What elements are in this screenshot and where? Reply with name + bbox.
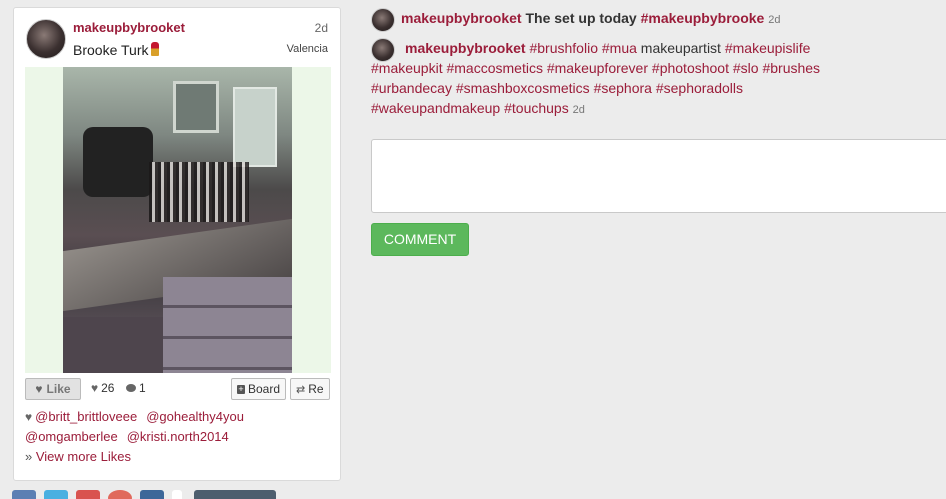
heart-icon: ♥ [35, 382, 43, 396]
comment-body: makeupbybrooket #brushfolio #mua makeupa… [371, 38, 946, 120]
heart-icon: ♥ [91, 381, 99, 395]
hashtag-link[interactable]: #brushfolio [529, 40, 598, 56]
hashtag-link[interactable]: #sephora [594, 80, 652, 96]
like-label: Like [46, 382, 71, 396]
post-actions: ♥ Like ♥ 26 1 + Board ⇄ Re [25, 378, 331, 400]
hashtag-link[interactable]: #wakeupandmakeup [371, 100, 500, 116]
hashtag-link[interactable]: #makeupkit [371, 60, 443, 76]
avatar[interactable] [371, 8, 395, 32]
twitter-share-icon[interactable] [44, 490, 68, 499]
post-username-link[interactable]: makeupbybrooket [73, 20, 185, 35]
pinterest-share-icon[interactable] [108, 490, 132, 499]
comment-text: The set up today [525, 10, 637, 26]
share-count [172, 490, 182, 499]
likes-count-value: 26 [101, 381, 115, 395]
comment-time: 2d [768, 14, 781, 26]
share-buttons [12, 490, 276, 499]
hashtag-link[interactable]: #smashboxcosmetics [456, 80, 590, 96]
likes-count: ♥ 26 [91, 381, 114, 395]
comment-bubble-icon [126, 384, 136, 392]
liker-link[interactable]: @kristi.north2014 [127, 429, 229, 444]
comment-textarea[interactable] [371, 139, 946, 213]
comment-word: makeupartist [640, 40, 721, 56]
post-real-name: Brooke Turk [73, 42, 160, 58]
real-name-text: Brooke Turk [73, 42, 149, 58]
comment-username-link[interactable]: makeupbybrooket [401, 10, 522, 26]
hashtag-link[interactable]: #urbandecay [371, 80, 452, 96]
hashtag-link[interactable]: #brushes [762, 60, 820, 76]
avatar[interactable] [26, 19, 66, 59]
hashtag-link[interactable]: #makeupbybrooke [641, 10, 765, 26]
liker-link[interactable]: @britt_brittloveee [35, 409, 137, 424]
likers-list: ♥ @britt_brittloveee @gohealthy4you @omgam… [25, 407, 331, 467]
heart-icon: ♥ [25, 410, 33, 424]
hashtag-link[interactable]: #makeupforever [547, 60, 648, 76]
hashtag-link[interactable]: #photoshoot [652, 60, 729, 76]
hashtag-link[interactable]: #makeupislife [725, 40, 811, 56]
like-button[interactable]: ♥ Like [25, 378, 81, 400]
comments-count: 1 [126, 381, 146, 395]
comment-item: makeupbybrooket #brushfolio #mua makeupa… [371, 38, 946, 120]
post-card: makeupbybrooket Brooke Turk 2d Valencia … [13, 7, 341, 481]
hashtag-link[interactable]: #slo [733, 60, 759, 76]
hashtag-link[interactable]: #maccosmetics [446, 60, 542, 76]
share-icon[interactable] [140, 490, 164, 499]
hashtag-link[interactable]: #sephoradolls [656, 80, 743, 96]
share-button[interactable] [194, 490, 276, 499]
post-location-link[interactable]: Valencia [287, 43, 328, 55]
repost-label: Re [308, 382, 324, 396]
repost-button[interactable]: ⇄ Re [290, 378, 330, 400]
view-more-likes-link[interactable]: » View more Likes [25, 449, 131, 464]
comments-count-value: 1 [139, 381, 146, 395]
post-photo[interactable] [63, 67, 292, 373]
facebook-share-icon[interactable] [12, 490, 36, 499]
google-plus-share-icon[interactable] [76, 490, 100, 499]
hashtag-link[interactable]: #touchups [504, 100, 569, 116]
post-photo-frame [25, 67, 331, 373]
repost-icon: ⇄ [296, 383, 306, 396]
comment-submit-button[interactable]: COMMENT [371, 223, 469, 256]
comment-username-link[interactable]: makeupbybrooket [405, 40, 526, 56]
comment-time: 2d [572, 104, 585, 116]
board-button[interactable]: + Board [231, 378, 286, 400]
post-header: makeupbybrooket Brooke Turk 2d Valencia [14, 8, 340, 66]
liker-link[interactable]: @gohealthy4you [146, 409, 244, 424]
comment-item: makeupbybrooket The set up today #makeup… [371, 8, 781, 32]
board-label: Board [247, 382, 280, 396]
hashtag-link[interactable]: #mua [602, 40, 637, 56]
liker-link[interactable]: @omgamberlee [25, 429, 118, 444]
post-time: 2d [314, 21, 328, 35]
lipstick-icon [151, 42, 160, 56]
avatar[interactable] [371, 38, 395, 62]
plus-box-icon: + [237, 383, 245, 394]
